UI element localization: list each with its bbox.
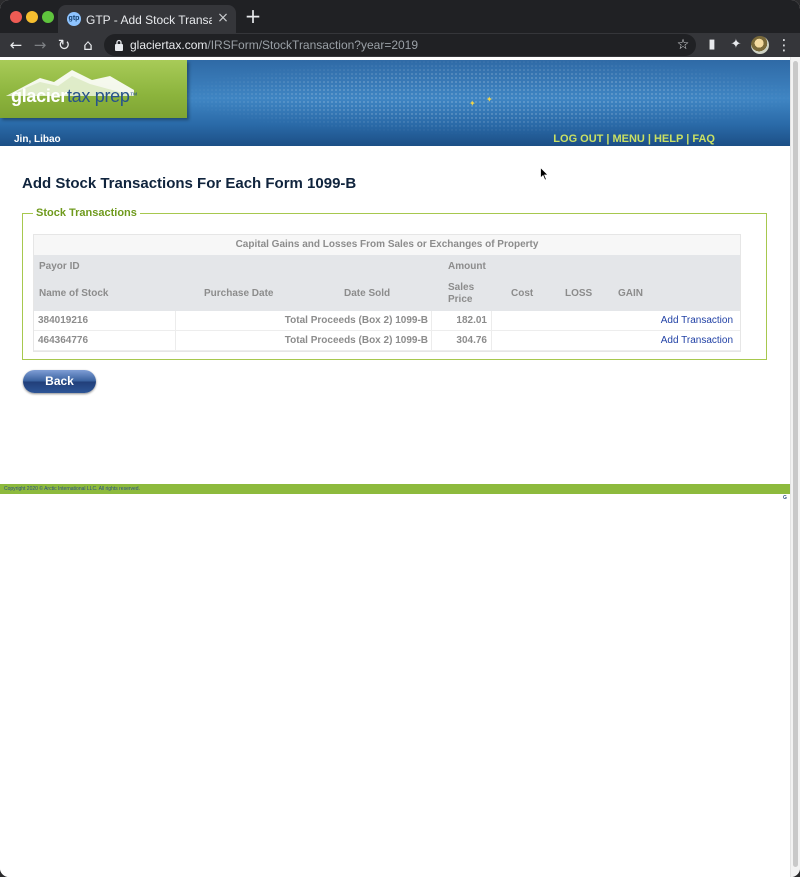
url-path: /IRSForm/StockTransaction?year=2019 [207,38,419,52]
header-payor-id: Payor ID [39,261,80,272]
close-tab-icon[interactable]: × [216,11,230,25]
mouse-cursor-icon [540,167,549,181]
url-text: glaciertax.com/IRSForm/StockTransaction?… [130,37,418,53]
tab-title: GTP - Add Stock Transactions [86,13,212,27]
sparkle-icon: ✦ [469,99,476,108]
reload-icon[interactable]: ↻ [54,35,74,55]
amount-cell: 182.01 [456,315,487,326]
logout-link[interactable]: LOG OUT [553,133,603,145]
page-content: ✦ ✦ glaciertax prep™ Jin, Libao LOG OUT |… [0,57,790,877]
header-name-of-stock: Name of Stock [39,288,109,299]
profile-avatar[interactable] [751,36,769,54]
table-row: 384019216 Total Proceeds (Box 2) 1099-B … [34,311,740,331]
table-caption: Capital Gains and Losses From Sales or E… [34,235,740,255]
payor-id-cell: 464364776 [38,335,89,346]
faq-link[interactable]: FAQ [692,133,715,145]
vertical-scrollbar[interactable] [790,57,800,877]
add-transaction-link[interactable]: Add Transaction [492,331,733,350]
user-name: Jin, Libao [14,134,61,145]
reading-list-icon[interactable]: ▮ [702,35,722,55]
scrollbar-thumb[interactable] [793,61,798,867]
lock-icon [115,39,123,51]
back-button[interactable]: Back [23,370,96,393]
nav-separator: | [647,133,651,145]
gtp-favicon-icon: gtp [67,12,81,26]
forward-arrow-icon[interactable]: → [30,35,50,55]
new-tab-icon[interactable]: + [244,6,262,26]
header-nav-links: LOG OUT | MENU | HELP | FAQ [553,133,715,146]
logo-wordmark: glaciertax prep™ [11,86,138,106]
add-transaction-link[interactable]: Add Transaction [492,311,733,330]
close-window-button[interactable] [10,11,22,23]
sparkle-icon: ✦ [486,95,493,104]
page-title: Add Stock Transactions For Each Form 109… [22,175,357,192]
back-arrow-icon[interactable]: ← [6,35,26,55]
help-link[interactable]: HELP [654,133,683,145]
header-sales-price: Sales Price [448,282,475,305]
browser-toolbar: ← → ↻ ⌂ glaciertax.com/IRSForm/StockTran… [0,33,800,57]
stock-transactions-table: Capital Gains and Losses From Sales or E… [33,234,741,352]
home-icon[interactable]: ⌂ [78,35,98,55]
bookmark-star-icon[interactable]: ☆ [674,36,692,54]
payor-id-cell: 384019216 [38,315,89,326]
header-purchase-date: Purchase Date [204,288,274,299]
footer-corner-mark: G [783,495,787,501]
table-row: 464364776 Total Proceeds (Box 2) 1099-B … [34,331,740,351]
table-header: Payor ID Amount Name of Stock Purchase D… [34,255,740,311]
header-gain: GAIN [618,288,643,299]
browser-menu-icon[interactable]: ⋮ [774,35,794,55]
amount-cell: 304.76 [456,335,487,346]
url-host: glaciertax.com [130,38,208,52]
minimize-window-button[interactable] [26,11,38,23]
menu-link[interactable]: MENU [612,133,644,145]
site-header-banner: ✦ ✦ glaciertax prep™ Jin, Libao LOG OUT |… [0,60,790,146]
header-date-sold: Date Sold [344,288,391,299]
nav-separator: | [686,133,690,145]
zoom-window-button[interactable] [42,11,54,23]
section-legend: Stock Transactions [33,206,140,220]
header-amount: Amount [448,261,486,272]
stock-transactions-section: Stock Transactions Capital Gains and Los… [22,206,767,360]
footer-bar: Copyright 2020 © Arctic International LL… [0,484,790,494]
proceeds-label-cell: Total Proceeds (Box 2) 1099-B [284,315,428,326]
tab-gtp-add-stock-transactions[interactable]: gtp GTP - Add Stock Transactions × [58,5,236,33]
proceeds-label-cell: Total Proceeds (Box 2) 1099-B [284,335,428,346]
browser-window: gtp GTP - Add Stock Transactions × + ← →… [0,0,800,877]
extensions-puzzle-icon[interactable]: ✦ [726,35,746,55]
copyright-text: Copyright 2020 © Arctic International LL… [4,486,140,492]
glacier-tax-prep-logo[interactable]: glaciertax prep™ [0,60,187,118]
address-bar[interactable]: glaciertax.com/IRSForm/StockTransaction?… [104,34,696,56]
tab-strip: gtp GTP - Add Stock Transactions × + [0,0,800,33]
header-cost: Cost [511,288,534,299]
header-loss: LOSS [565,288,593,299]
